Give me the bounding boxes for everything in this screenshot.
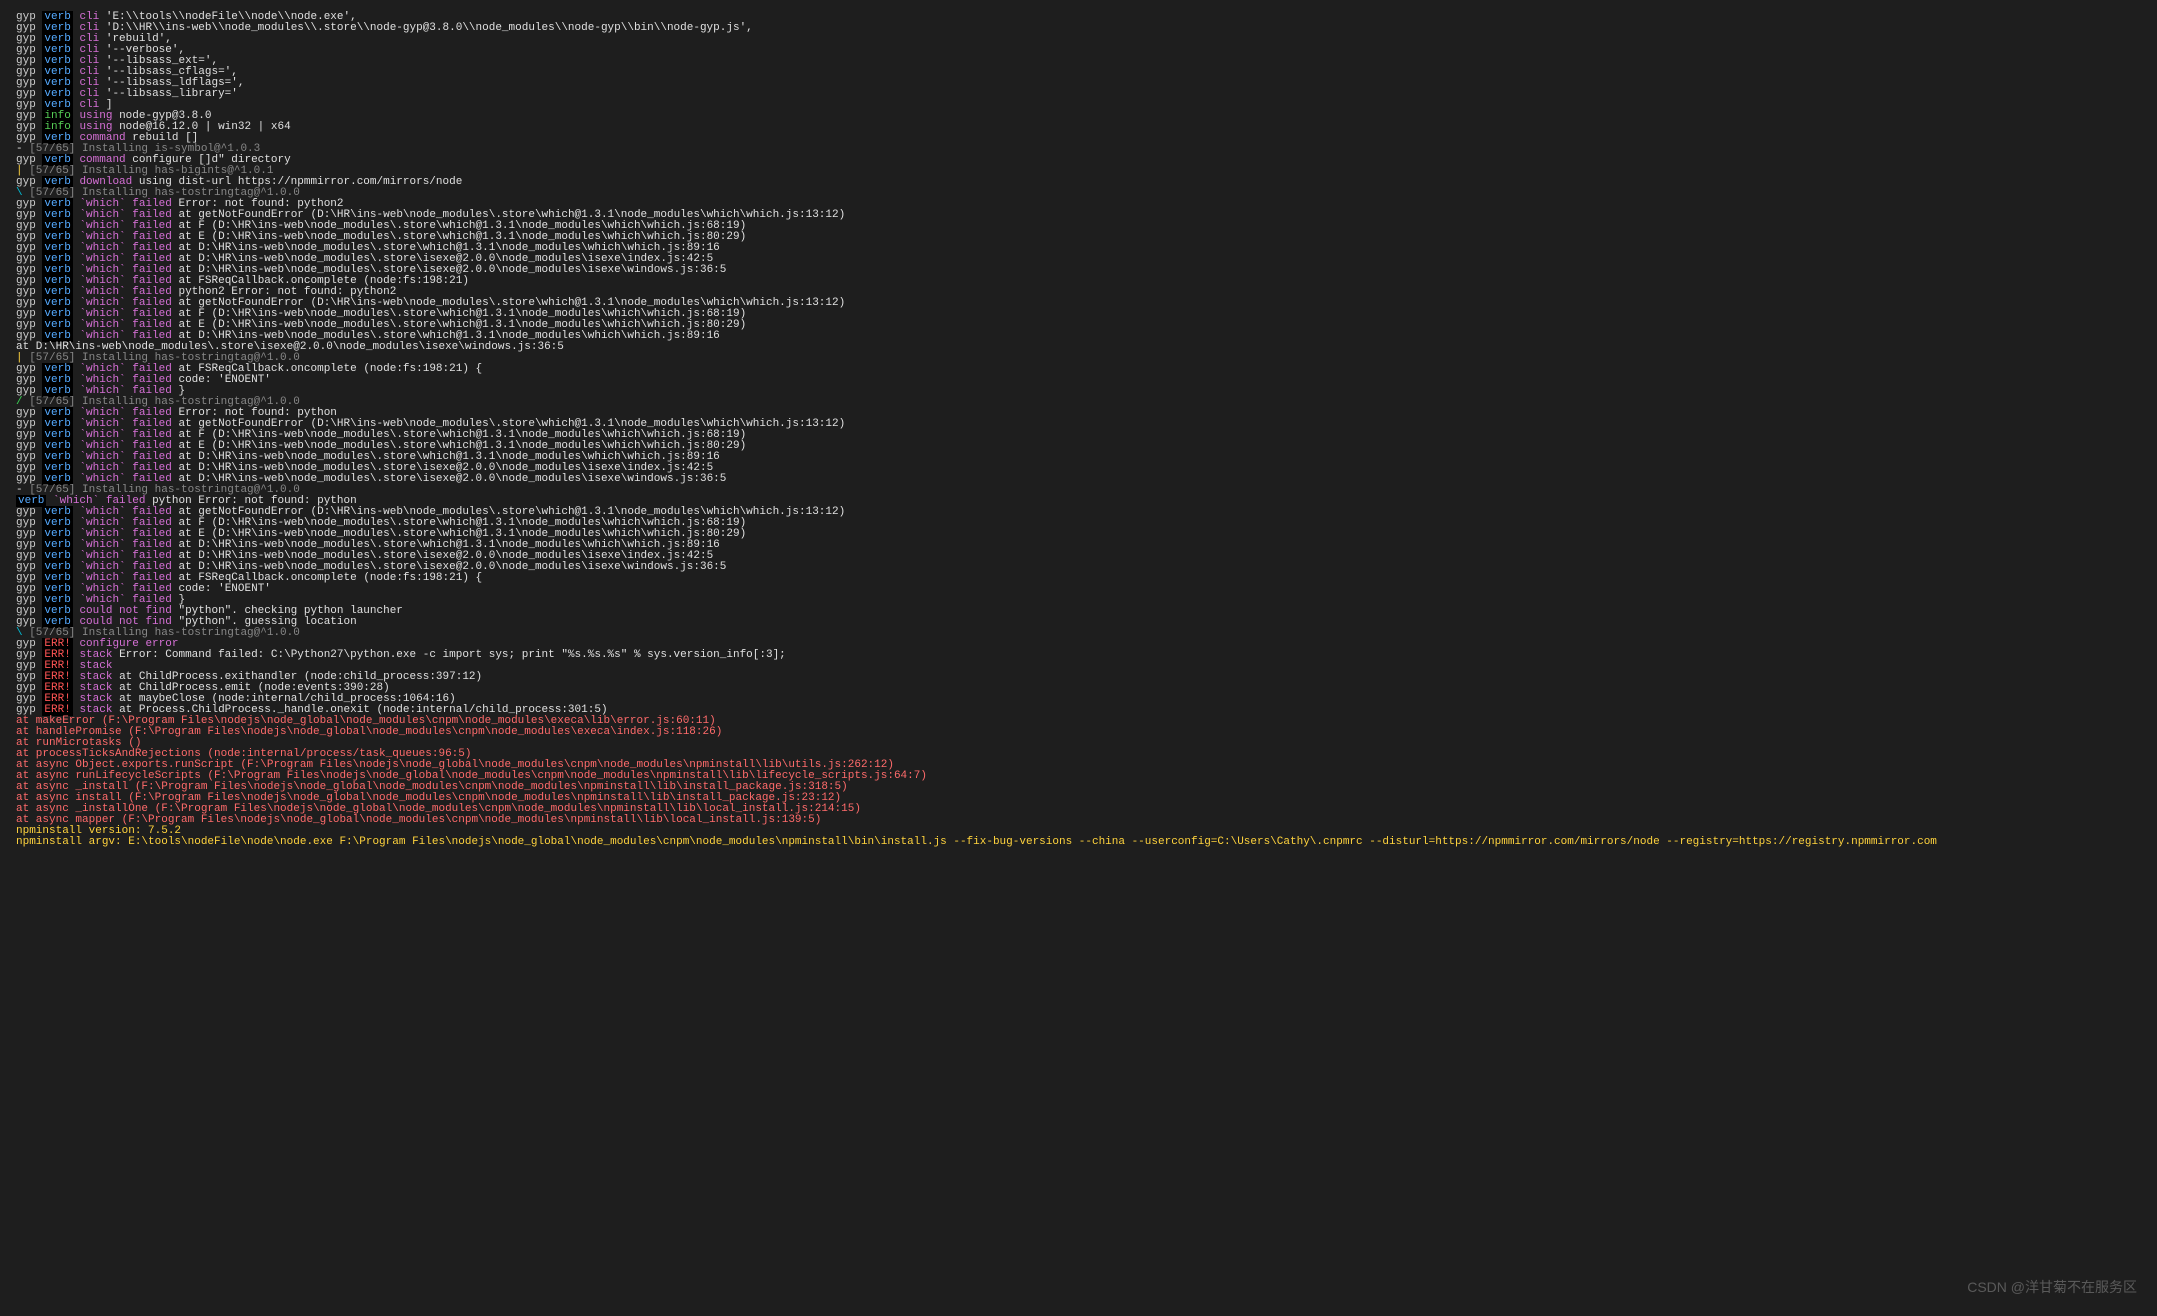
log-line: gyp info using node-gyp@3.8.0 bbox=[16, 111, 2141, 122]
log-line: gyp verb cli ] bbox=[16, 100, 2141, 111]
log-line: gyp verb `which` failed } bbox=[16, 386, 2141, 397]
log-line: gyp verb cli '--verbose', bbox=[16, 45, 2141, 56]
log-line: - [57/65] Installing is-symbol@^1.0.3 bbox=[16, 144, 2141, 155]
log-line: npminstall argv: E:\tools\nodeFile\node\… bbox=[16, 837, 2141, 848]
log-line: at D:\HR\ins-web\node_modules\.store\ise… bbox=[16, 342, 2141, 353]
log-line: gyp ERR! stack Error: Command failed: C:… bbox=[16, 650, 2141, 661]
log-line: gyp verb `which` failed at FSReqCallback… bbox=[16, 573, 2141, 584]
log-line: gyp verb command configure []d" director… bbox=[16, 155, 2141, 166]
log-line: gyp verb `which` failed code: 'ENOENT' bbox=[16, 584, 2141, 595]
log-line: gyp verb `which` failed at FSReqCallback… bbox=[16, 364, 2141, 375]
log-line: \ [57/65] Installing has-tostringtag@^1.… bbox=[16, 628, 2141, 639]
log-line: gyp verb cli '--libsass_library=' bbox=[16, 89, 2141, 100]
log-line: gyp verb cli 'D:\\HR\\ins-web\\node_modu… bbox=[16, 23, 2141, 34]
watermark-text: CSDN @洋甘菊不在服务区 bbox=[1967, 1280, 2137, 1294]
log-line: gyp verb cli '--libsass_ldflags=', bbox=[16, 78, 2141, 89]
log-line: at handlePromise (F:\Program Files\nodej… bbox=[16, 727, 2141, 738]
log-line: at async mapper (F:\Program Files\nodejs… bbox=[16, 815, 2141, 826]
log-line: gyp verb download using dist-url https:/… bbox=[16, 177, 2141, 188]
log-line: gyp verb could not find "python". guessi… bbox=[16, 617, 2141, 628]
log-line: gyp verb `which` failed code: 'ENOENT' bbox=[16, 375, 2141, 386]
log-line: gyp verb cli '--libsass_cflags=', bbox=[16, 67, 2141, 78]
log-line: gyp verb command rebuild [] bbox=[16, 133, 2141, 144]
log-line: gyp verb cli '--libsass_ext=', bbox=[16, 56, 2141, 67]
log-line: gyp info using node@16.12.0 | win32 | x6… bbox=[16, 122, 2141, 133]
terminal-output[interactable]: gyp verb cli 'E:\\tools\\nodeFile\\node\… bbox=[0, 0, 2157, 854]
log-line: gyp verb `which` failed at D:\HR\ins-web… bbox=[16, 474, 2141, 485]
log-line: gyp verb cli 'rebuild', bbox=[16, 34, 2141, 45]
